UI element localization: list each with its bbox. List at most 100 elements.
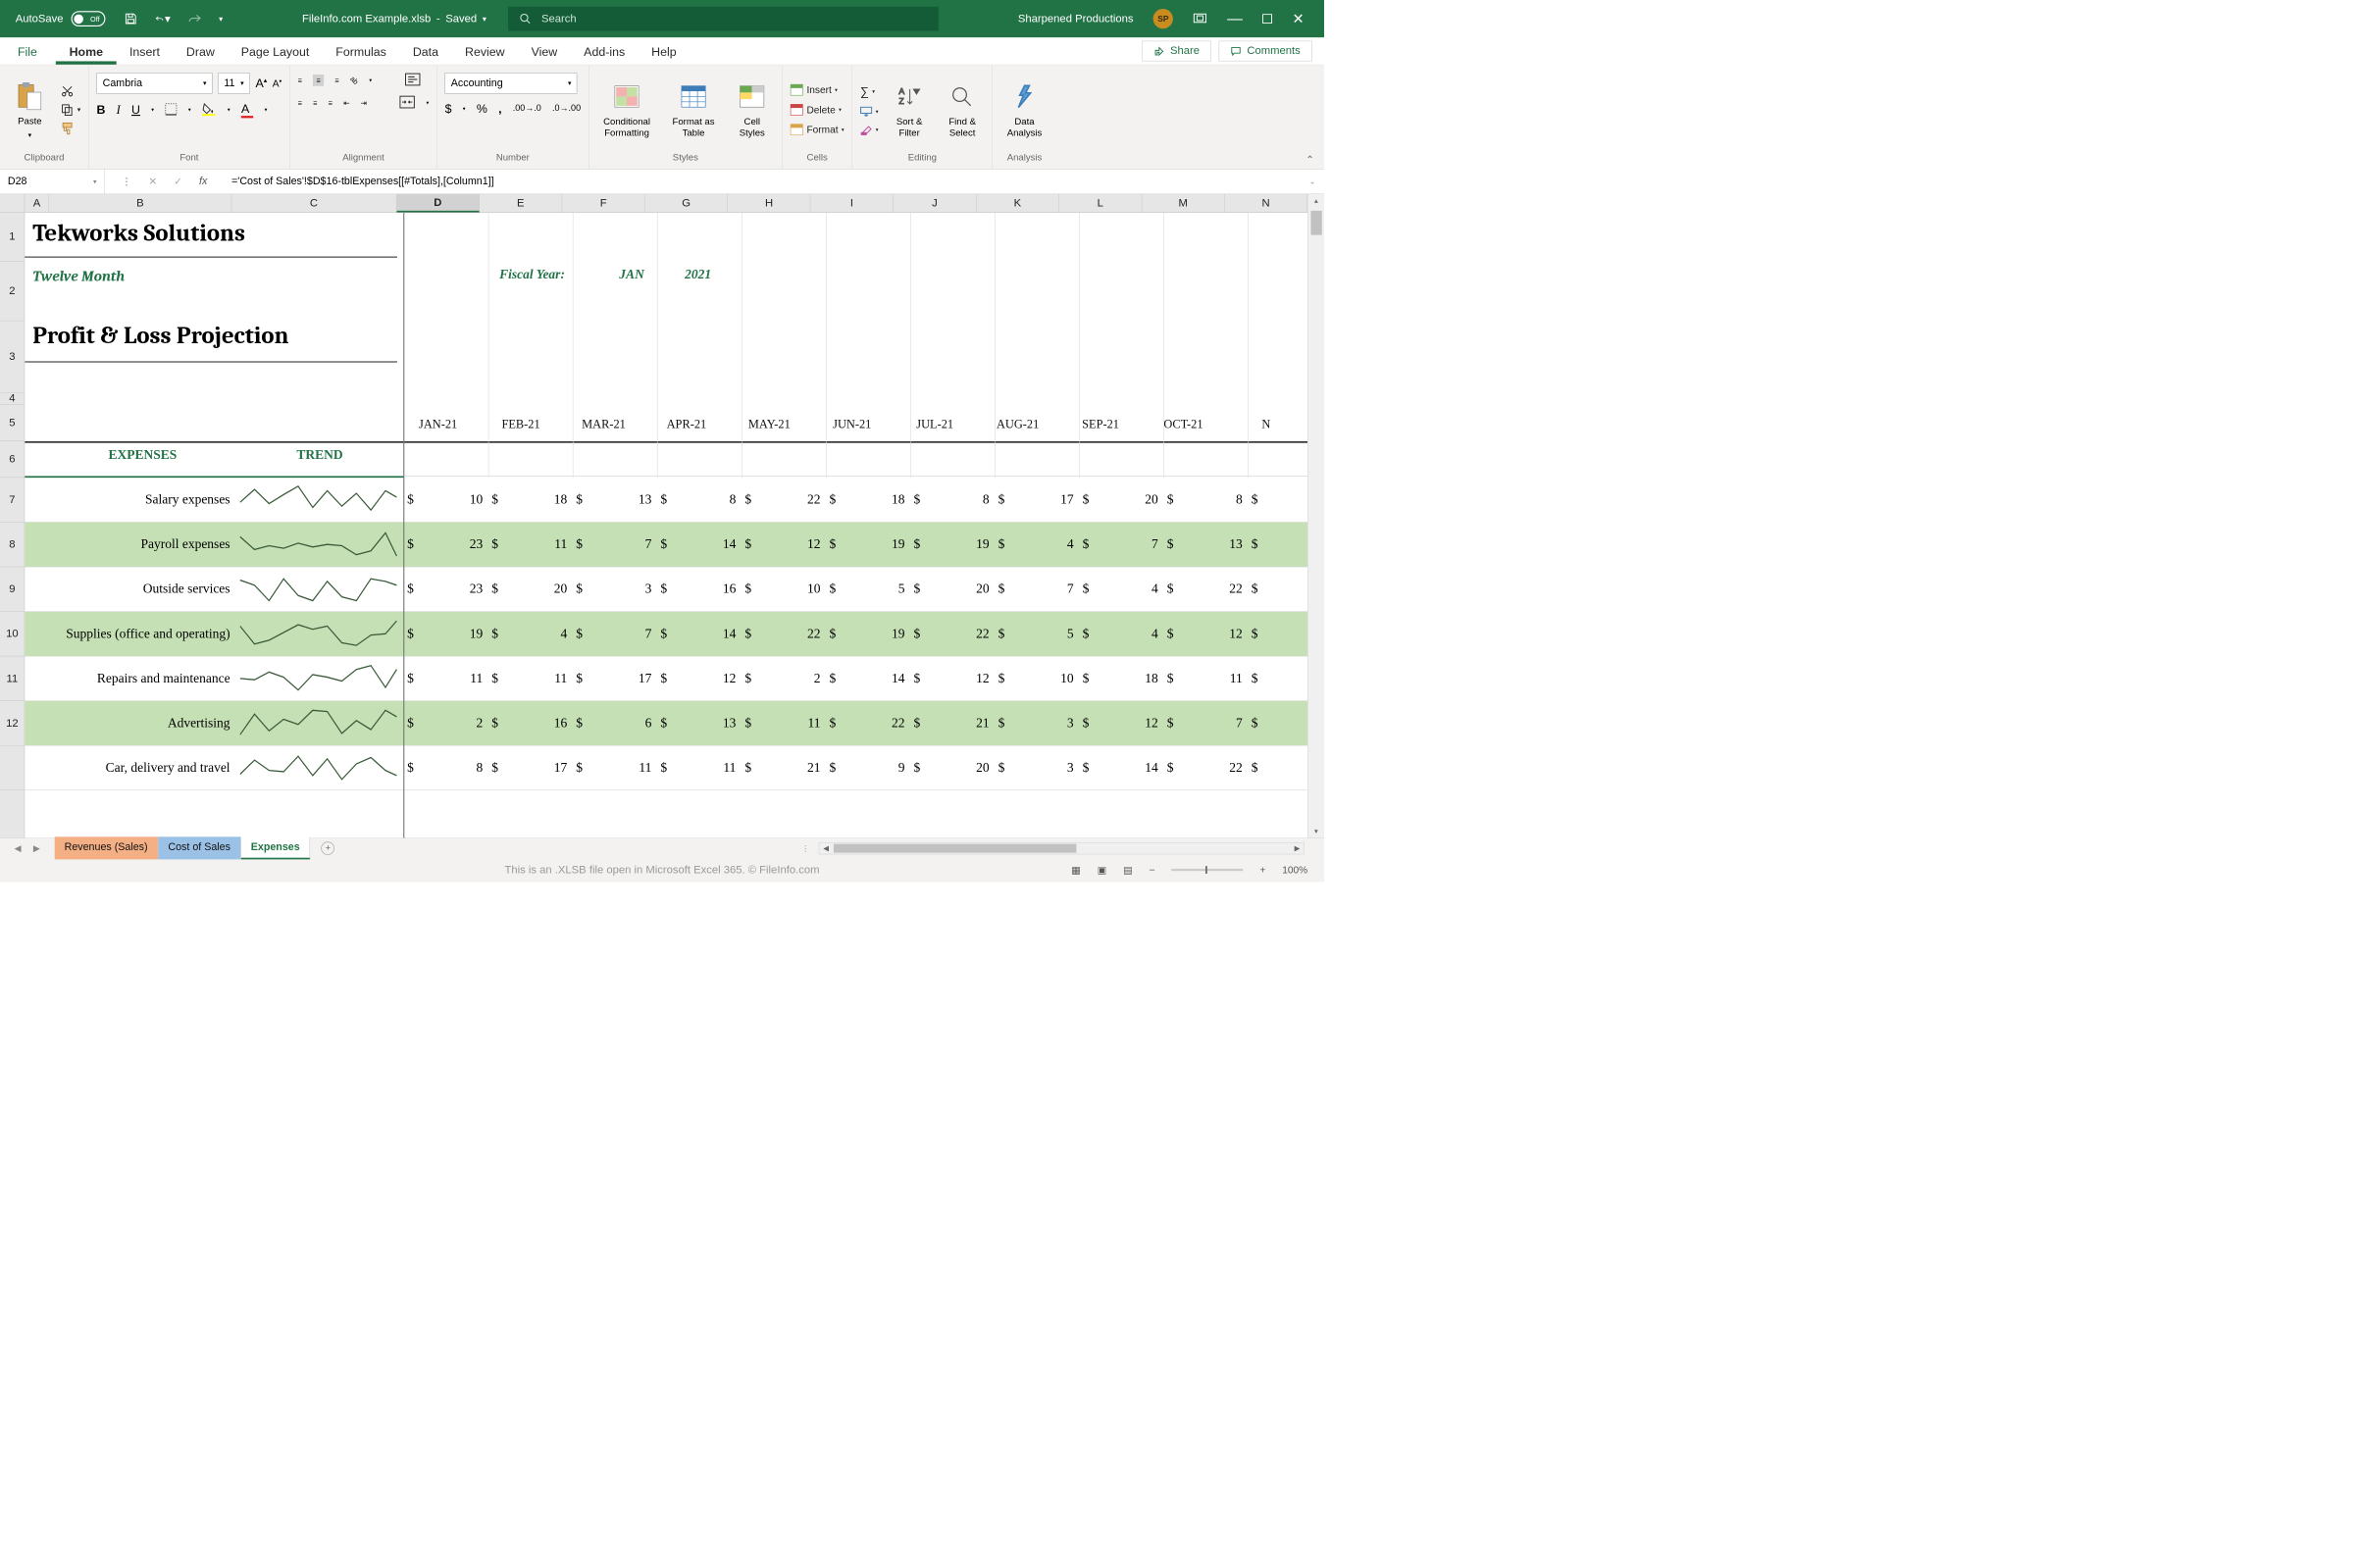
cell[interactable]: $8 (404, 746, 488, 790)
row-header-11[interactable]: 11 (0, 656, 25, 701)
comments-button[interactable]: Comments (1219, 41, 1312, 62)
col-header-G[interactable]: G (645, 194, 728, 213)
percent-format-icon[interactable]: % (477, 102, 487, 117)
worksheet[interactable]: ABCDEFGHIJKLMN 123456789101112 Tekworks … (0, 194, 1324, 837)
select-all-corner[interactable] (0, 194, 25, 213)
autosave-toggle[interactable]: AutoSave Off (16, 11, 106, 26)
cell[interactable]: $17 (488, 746, 573, 790)
cell[interactable]: $13 (1163, 523, 1248, 567)
row-header-9[interactable]: 9 (0, 567, 25, 612)
cell[interactable]: $14 (657, 612, 742, 656)
cell[interactable]: $7 (573, 612, 657, 656)
col-header-K[interactable]: K (976, 194, 1058, 213)
find-select-button[interactable]: Find & Select (941, 70, 985, 150)
col-header-B[interactable]: B (49, 194, 231, 213)
zoom-out-icon[interactable]: − (1150, 864, 1155, 876)
tab-scroll-left-icon[interactable]: ◀ (15, 842, 22, 853)
cell[interactable]: $4 (1079, 567, 1163, 611)
decrease-indent-icon[interactable]: ⇤ (343, 98, 349, 107)
cell[interactable]: $20 (488, 567, 573, 611)
cell[interactable]: $9 (826, 746, 910, 790)
cell[interactable]: $18 (488, 478, 573, 522)
cell[interactable]: $4 (1079, 612, 1163, 656)
cell[interactable]: $22 (826, 701, 910, 745)
row-header-4[interactable]: 4 (0, 393, 25, 405)
cell[interactable]: $16 (657, 567, 742, 611)
cell[interactable]: $23 (404, 523, 488, 567)
cell[interactable]: $ (1248, 701, 1281, 745)
maximize-button[interactable] (1262, 14, 1272, 24)
border-button[interactable] (165, 103, 177, 117)
align-left-icon[interactable]: ≡ (298, 99, 302, 107)
horizontal-scrollbar[interactable]: ◀ ▶ (819, 842, 1305, 854)
col-header-C[interactable]: C (231, 194, 396, 213)
cell[interactable]: $17 (995, 478, 1079, 522)
bold-button[interactable]: B (96, 103, 105, 118)
cell[interactable]: $3 (995, 746, 1079, 790)
row-headers[interactable]: 123456789101112 (0, 213, 25, 837)
cell[interactable]: $11 (488, 523, 573, 567)
align-bottom-icon[interactable]: ≡ (334, 76, 338, 84)
col-header-J[interactable]: J (894, 194, 976, 213)
cell[interactable]: $22 (742, 478, 826, 522)
user-name[interactable]: Sharpened Productions (1018, 13, 1134, 25)
cell[interactable]: $11 (657, 746, 742, 790)
normal-view-icon[interactable]: ▦ (1071, 864, 1081, 876)
zoom-in-icon[interactable]: + (1259, 864, 1265, 876)
sheet-tab-revenues-sales-[interactable]: Revenues (Sales) (54, 836, 158, 859)
insert-cells-button[interactable]: Insert▾ (791, 84, 844, 96)
cell[interactable]: $19 (910, 523, 995, 567)
col-header-E[interactable]: E (480, 194, 562, 213)
cell[interactable]: $5 (826, 567, 910, 611)
font-size-select[interactable]: 11▾ (218, 73, 250, 93)
cell[interactable]: $19 (826, 612, 910, 656)
cell[interactable]: $12 (1163, 612, 1248, 656)
undo-icon[interactable]: ▾ (155, 11, 171, 26)
cell[interactable]: $11 (742, 701, 826, 745)
cell[interactable]: $6 (573, 701, 657, 745)
cell[interactable]: $14 (1079, 746, 1163, 790)
col-header-F[interactable]: F (562, 194, 644, 213)
page-layout-view-icon[interactable]: ▣ (1098, 864, 1107, 876)
new-sheet-button[interactable]: + (322, 841, 335, 855)
fill-color-button[interactable] (202, 102, 217, 117)
user-avatar[interactable]: SP (1153, 9, 1173, 28)
cell[interactable]: $12 (1079, 701, 1163, 745)
tab-home[interactable]: Home (56, 39, 116, 65)
cell[interactable]: $21 (742, 746, 826, 790)
cell[interactable]: $ (1248, 656, 1281, 700)
font-name-select[interactable]: Cambria▾ (96, 73, 212, 93)
format-painter-button[interactable] (61, 122, 80, 135)
cell[interactable]: $7 (573, 523, 657, 567)
cell[interactable]: $13 (573, 478, 657, 522)
row-header-10[interactable]: 10 (0, 612, 25, 657)
align-right-icon[interactable]: ≡ (329, 99, 333, 107)
share-button[interactable]: Share (1142, 41, 1211, 62)
cell[interactable]: $ (1248, 746, 1281, 790)
cell[interactable]: $8 (910, 478, 995, 522)
align-top-icon[interactable]: ≡ (298, 76, 302, 84)
align-middle-icon[interactable]: ≡ (313, 75, 324, 86)
col-header-A[interactable]: A (25, 194, 49, 213)
cell[interactable]: $21 (910, 701, 995, 745)
conditional-formatting-button[interactable]: Conditional Formatting (596, 70, 656, 150)
align-center-icon[interactable]: ≡ (313, 99, 317, 107)
cell[interactable]: $4 (995, 523, 1079, 567)
delete-cells-button[interactable]: Delete▾ (791, 104, 844, 116)
cell[interactable]: $11 (404, 656, 488, 700)
col-header-N[interactable]: N (1225, 194, 1307, 213)
cell[interactable]: $20 (910, 567, 995, 611)
cell[interactable]: $8 (1163, 478, 1248, 522)
grid[interactable]: Tekworks Solutions Twelve Month Fiscal Y… (25, 213, 1307, 837)
cell[interactable]: $18 (826, 478, 910, 522)
row-header-12[interactable]: 12 (0, 701, 25, 746)
cell[interactable]: $10 (742, 567, 826, 611)
tab-page-layout[interactable]: Page Layout (228, 39, 322, 65)
cell[interactable]: $16 (488, 701, 573, 745)
enter-formula-icon[interactable]: ✓ (174, 176, 182, 188)
cell-styles-button[interactable]: Cell Styles (730, 70, 774, 150)
cell[interactable]: $11 (488, 656, 573, 700)
cell[interactable]: $22 (1163, 746, 1248, 790)
cell[interactable]: $17 (573, 656, 657, 700)
row-header-2[interactable]: 2 (0, 262, 25, 322)
